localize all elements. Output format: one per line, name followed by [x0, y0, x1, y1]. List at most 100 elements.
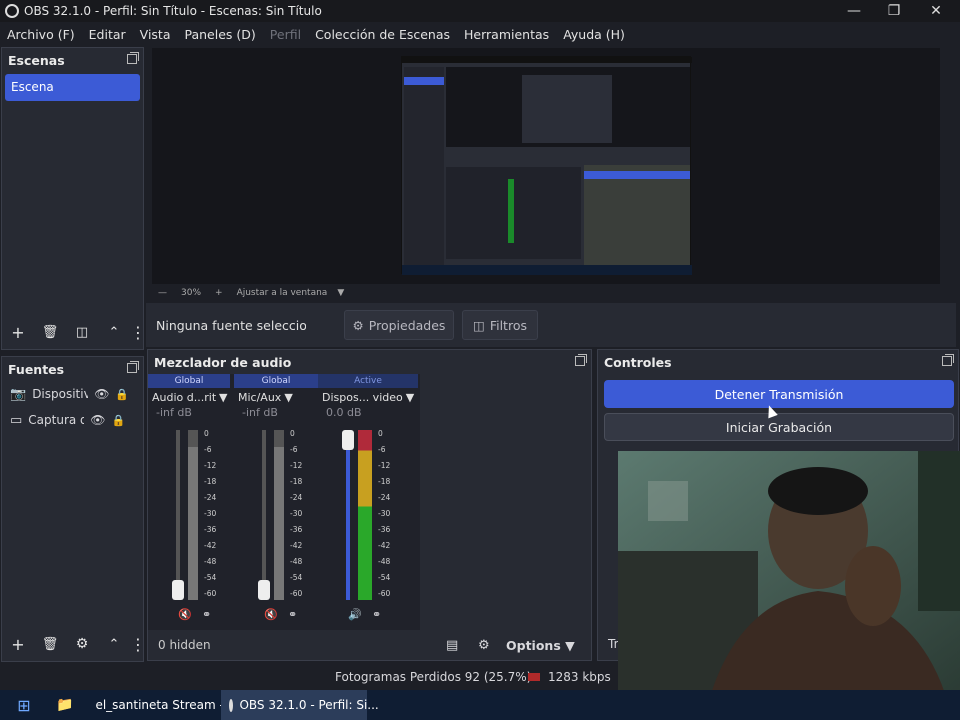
scale-label: -48: [290, 557, 303, 566]
remove-scene-icon[interactable]: 🗑: [34, 325, 66, 340]
scale-label: -24: [290, 493, 303, 502]
volume-slider[interactable]: [176, 430, 180, 600]
mixer-header: Mezclador de audio: [148, 350, 591, 374]
taskbar-item-obs[interactable]: OBS 32.1.0 - Perfil: Si...: [221, 690, 379, 720]
menu-archivo[interactable]: Archivo (F): [0, 27, 82, 42]
gear-icon[interactable]: ⚙: [478, 638, 490, 653]
taskbar: ⊞ 📁 el_santineta Stream -... OBS 32.1.0 …: [0, 690, 960, 720]
volume-slider-knob[interactable]: [172, 580, 184, 600]
options-label: Options: [506, 637, 561, 653]
scale-label: -6: [290, 445, 298, 454]
preview-screen-capture: [401, 56, 692, 275]
menu-vista[interactable]: Vista: [133, 27, 178, 42]
zoom-in-button[interactable]: +: [215, 288, 223, 298]
menu-perfil[interactable]: Perfil: [263, 27, 308, 42]
menu-herramientas[interactable]: Herramientas: [457, 27, 556, 42]
gear-icon[interactable]: ⚙: [66, 636, 98, 652]
close-button[interactable]: ✕: [916, 0, 956, 22]
menu-editar[interactable]: Editar: [82, 27, 133, 42]
scale-label: -54: [290, 573, 303, 582]
scale-label: -42: [378, 541, 391, 550]
scale-label: -60: [204, 589, 217, 598]
scale-label: -42: [204, 541, 217, 550]
bitrate-indicator-icon: [528, 673, 540, 681]
partial-label: Tr: [608, 637, 619, 651]
file-explorer-button[interactable]: 📁: [48, 690, 81, 720]
add-scene-icon[interactable]: +: [2, 323, 34, 342]
stop-stream-button[interactable]: Detener Transmisión: [604, 380, 954, 408]
scale-label: -30: [378, 509, 391, 518]
lock-icon[interactable]: 🔒: [112, 414, 126, 427]
headphones-icon[interactable]: ⚭: [202, 608, 211, 621]
scale-label: -48: [378, 557, 391, 566]
volume-slider-knob[interactable]: [342, 430, 354, 450]
mixer-channels: Global Audio d...ritorio ▼ -inf dB 0 -6 -12…: [148, 374, 420, 630]
move-up-icon[interactable]: ⌃: [98, 637, 130, 652]
add-source-icon[interactable]: +: [2, 635, 34, 654]
controls-title: Controles: [604, 354, 672, 370]
bitrate: 1283 kbps: [548, 670, 611, 684]
scale-label: 0: [378, 429, 383, 438]
eye-icon[interactable]: 👁: [94, 387, 109, 401]
start-recording-button[interactable]: Iniciar Grabación: [604, 413, 954, 441]
channel-db: -inf dB: [156, 406, 192, 419]
source-item[interactable]: ▭ Captura d 👁 🔒: [2, 407, 143, 433]
channel-name-select[interactable]: Dispos... video ▼: [318, 388, 418, 406]
menu-paneles[interactable]: Paneles (D): [178, 27, 263, 42]
channel-name-select[interactable]: Mic/Aux ▼: [234, 388, 318, 406]
dropped-frames: Fotogramas Perdidos 92 (25.7%): [335, 670, 532, 684]
scale-label: -12: [290, 461, 303, 470]
layout-icon[interactable]: ▤: [446, 638, 458, 653]
filters-button[interactable]: ◫ Filtros: [462, 310, 538, 340]
status-bar: Fotogramas Perdidos 92 (25.7%) 1283 kbps: [0, 664, 618, 690]
volume-slider[interactable]: [262, 430, 266, 600]
speaker-icon[interactable]: 🔊: [348, 608, 362, 621]
minimize-button[interactable]: —: [834, 0, 874, 22]
maximize-button[interactable]: ❐: [874, 0, 914, 22]
undock-icon[interactable]: [575, 354, 587, 366]
channel-name-select[interactable]: Audio d...ritorio ▼: [148, 388, 230, 406]
sources-header: Fuentes: [2, 357, 143, 381]
headphones-icon[interactable]: ⚭: [372, 608, 381, 621]
undock-icon[interactable]: [942, 354, 954, 366]
monitor-icon: ▭: [10, 412, 23, 428]
filters-label: Filtros: [489, 317, 527, 333]
taskbar-label: OBS 32.1.0 - Perfil: Si...: [239, 698, 379, 712]
source-label: Dispositiv: [32, 387, 89, 401]
muted-speaker-icon[interactable]: 🔇: [178, 608, 192, 621]
properties-label: Propiedades: [368, 317, 446, 333]
source-item[interactable]: 📷 Dispositiv 👁 🔒: [2, 381, 143, 407]
volume-slider[interactable]: [346, 430, 350, 600]
options-button[interactable]: Options ▼: [506, 638, 575, 653]
lock-icon[interactable]: 🔒: [115, 388, 129, 401]
gear-icon: ⚙: [352, 317, 364, 333]
fit-window-label[interactable]: Ajustar a la ventana: [237, 288, 328, 298]
undock-icon[interactable]: [127, 361, 139, 373]
chevron-down-icon[interactable]: ▼: [337, 288, 344, 298]
headphones-icon[interactable]: ⚭: [288, 608, 297, 621]
more-icon[interactable]: ⋮: [130, 635, 146, 654]
muted-speaker-icon[interactable]: 🔇: [264, 608, 278, 621]
zoom-out-button[interactable]: —: [158, 288, 167, 298]
filters-icon: ◫: [473, 317, 485, 333]
scene-item[interactable]: Escena: [5, 74, 140, 101]
move-up-icon[interactable]: ⌃: [98, 325, 130, 340]
more-icon[interactable]: ⋮: [130, 323, 146, 342]
windows-icon: ⊞: [17, 695, 31, 715]
filters-icon[interactable]: ◫: [66, 325, 98, 340]
scale-label: -36: [204, 525, 217, 534]
taskbar-item-browser[interactable]: el_santineta Stream -...: [81, 690, 235, 720]
sources-toolbar: + 🗑 ⚙ ⌃ ⋮: [2, 629, 146, 659]
menu-coleccion[interactable]: Colección de Escenas: [308, 27, 457, 42]
remove-source-icon[interactable]: 🗑: [34, 637, 66, 652]
menu-ayuda[interactable]: Ayuda (H): [556, 27, 632, 42]
sources-title: Fuentes: [8, 361, 65, 377]
eye-icon[interactable]: 👁: [90, 413, 105, 427]
context-bar: Ninguna fuente seleccionada ⚙ Propiedade…: [146, 303, 956, 347]
properties-button[interactable]: ⚙ Propiedades: [344, 310, 454, 340]
volume-slider-knob[interactable]: [258, 580, 270, 600]
mixer-channel: Global Audio d...ritorio ▼ -inf dB 0 -6 -12…: [148, 374, 230, 630]
undock-icon[interactable]: [127, 52, 139, 64]
start-button[interactable]: ⊞: [0, 690, 48, 720]
zoom-level: 30%: [181, 288, 202, 298]
